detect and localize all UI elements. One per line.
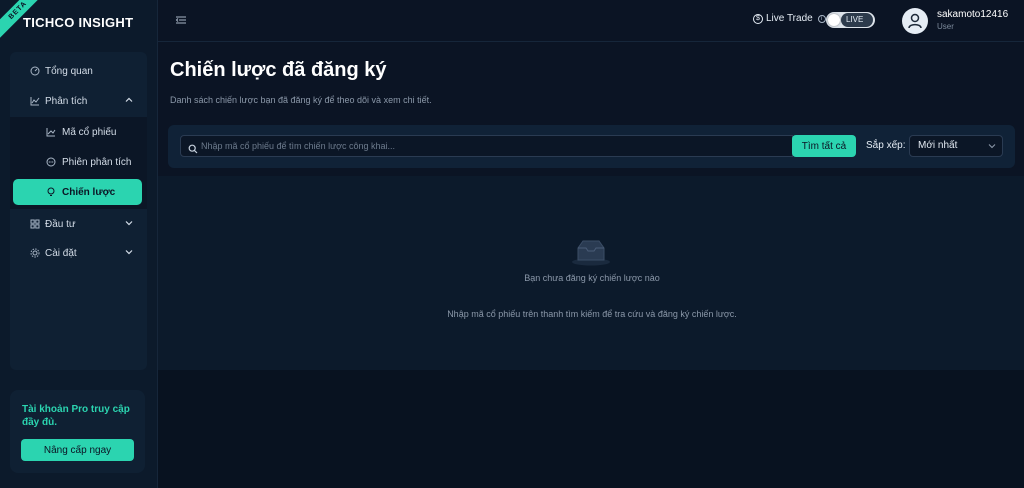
sort-select[interactable]: Mới nhất [909, 135, 1003, 157]
search-input[interactable] [201, 136, 791, 156]
toggle-knob [828, 14, 840, 26]
live-trade-label: $ Live Trade i [753, 13, 826, 24]
pro-upgrade-text: Tài khoản Pro truy cập đầy đủ. [22, 404, 130, 428]
lightbulb-icon [46, 187, 56, 197]
toggle-track: LIVE [841, 13, 873, 27]
search-all-button[interactable]: Tìm tất cả [792, 135, 856, 157]
brand: BETA TICHCO INSIGHT [0, 0, 158, 44]
page-lower-background [158, 370, 1024, 488]
sidebar-item-overview[interactable]: Tổng quan [10, 58, 147, 84]
gear-icon [30, 248, 40, 258]
page-subtitle: Danh sách chiến lược bạn đã đăng ký để t… [170, 95, 432, 105]
sidebar-item-label: Mã cổ phiếu [62, 126, 117, 138]
sidebar-item-stock-code[interactable]: Mã cổ phiếu [10, 119, 147, 145]
dashboard-icon [30, 66, 40, 76]
sidebar-item-label: Chiến lược [62, 186, 116, 198]
brand-name[interactable]: TICHCO INSIGHT [23, 15, 133, 30]
dollar-icon: $ [753, 13, 763, 24]
sort-selected-value: Mới nhất [918, 140, 958, 151]
avatar[interactable] [902, 8, 928, 34]
top-header: $ Live Trade i LIVE sakamoto12416 User [158, 0, 1024, 42]
sidebar-item-label: Tổng quan [45, 65, 93, 77]
empty-inbox-icon [571, 238, 611, 266]
sidebar-item-strategy[interactable]: Chiến lược [13, 179, 142, 205]
chevron-up-icon [125, 96, 133, 106]
trend-icon [46, 127, 56, 137]
sidebar-item-label: Phiên phân tích [62, 156, 132, 168]
grid-icon [30, 219, 40, 229]
live-trade-text: Live Trade [766, 13, 813, 24]
user-name[interactable]: sakamoto12416 [937, 9, 1008, 20]
chevron-down-icon [988, 136, 996, 164]
search-card: Tìm tất cả Sắp xếp: Mới nhất [168, 125, 1015, 168]
sidebar: BETA TICHCO INSIGHT Tổng quan Phân tích … [0, 0, 158, 488]
sidebar-item-label: Đầu tư [45, 218, 76, 230]
sort-label: Sắp xếp: [866, 140, 906, 151]
sidebar-item-analysis-session[interactable]: Phiên phân tích [10, 149, 147, 175]
page-title: Chiến lược đã đăng ký [170, 59, 387, 81]
sidebar-item-settings[interactable]: Cài đặt [10, 240, 147, 266]
search-icon [188, 141, 198, 154]
chevron-down-icon [125, 219, 133, 229]
user-role: User [937, 22, 954, 31]
chat-icon [46, 157, 56, 167]
sidebar-item-label: Cài đặt [45, 247, 77, 259]
chart-icon [30, 96, 40, 106]
toggle-label: LIVE [846, 15, 864, 24]
menu-toggle-icon[interactable] [175, 14, 187, 26]
sidebar-item-investment[interactable]: Đầu tư [10, 211, 147, 237]
search-box [180, 135, 793, 157]
upgrade-button[interactable]: Nâng cấp ngay [21, 439, 134, 461]
info-icon[interactable]: i [817, 14, 826, 23]
empty-state-title: Bạn chưa đăng ký chiến lược nào [524, 273, 660, 283]
live-trade-toggle[interactable]: LIVE [826, 12, 875, 28]
empty-state-hint: Nhập mã cổ phiếu trên thanh tìm kiếm để … [447, 309, 737, 319]
sidebar-item-analysis[interactable]: Phân tích [10, 88, 147, 114]
chevron-down-icon [125, 248, 133, 258]
pro-upgrade-card: Tài khoản Pro truy cập đầy đủ. Nâng cấp … [10, 390, 145, 473]
sidebar-item-label: Phân tích [45, 95, 88, 107]
